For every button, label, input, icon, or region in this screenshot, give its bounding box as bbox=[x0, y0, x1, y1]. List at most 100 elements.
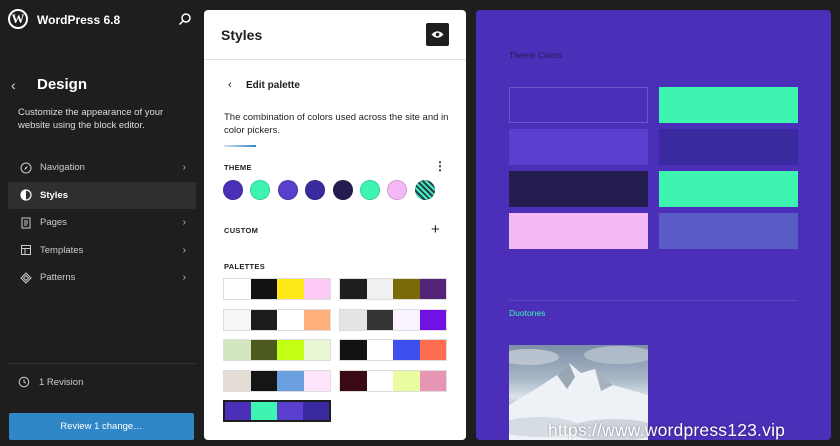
section-title: Design bbox=[37, 76, 88, 93]
sidebar-item-label: Templates bbox=[40, 244, 84, 256]
palette-color bbox=[393, 309, 420, 330]
sidebar-item-styles[interactable]: Styles bbox=[8, 181, 196, 209]
palette-color bbox=[251, 402, 277, 420]
theme-color-block bbox=[509, 213, 648, 249]
watermark: https://www.wordpress123.vip bbox=[548, 420, 786, 440]
theme-color-block bbox=[659, 171, 798, 207]
edit-palette-title: Edit palette bbox=[246, 80, 300, 91]
palette-color bbox=[303, 309, 330, 330]
navigation-icon bbox=[20, 162, 32, 173]
theme-color-block bbox=[509, 87, 648, 123]
sidebar-item-pages[interactable]: Pages › bbox=[8, 209, 196, 236]
chevron-right-icon: › bbox=[182, 244, 186, 256]
theme-colors-label: Theme Colors bbox=[509, 50, 563, 60]
pages-icon bbox=[21, 217, 31, 228]
palette-color bbox=[250, 309, 277, 330]
templates-icon bbox=[21, 245, 31, 255]
palette-color bbox=[225, 402, 251, 420]
theme-color-swatch[interactable] bbox=[250, 180, 271, 200]
section-description: Customize the appearance of your website… bbox=[18, 107, 164, 131]
palette-option[interactable] bbox=[223, 339, 331, 361]
sidebar-item-label: Patterns bbox=[40, 272, 76, 283]
history-icon bbox=[18, 376, 30, 388]
palette-option[interactable] bbox=[223, 400, 331, 422]
palette-color bbox=[277, 279, 304, 299]
palette-color bbox=[393, 340, 420, 360]
palette-option[interactable] bbox=[339, 278, 447, 300]
custom-label: CUSTOM bbox=[224, 226, 259, 235]
palette-color bbox=[393, 370, 420, 391]
palette-color bbox=[224, 279, 251, 299]
revisions-link[interactable]: 1 Revision bbox=[18, 376, 83, 388]
palette-color bbox=[366, 370, 393, 391]
add-color-icon[interactable]: + bbox=[431, 221, 440, 238]
sidebar-divider bbox=[8, 363, 196, 364]
theme-color-block bbox=[659, 213, 798, 249]
theme-color-swatch[interactable] bbox=[387, 180, 408, 200]
palette-color bbox=[224, 309, 251, 330]
palettes-label: PALETTES bbox=[224, 262, 266, 271]
palette-color bbox=[303, 402, 329, 420]
duotones-label: Duotones bbox=[509, 308, 546, 318]
palette-color bbox=[303, 279, 330, 299]
palette-option[interactable] bbox=[223, 369, 331, 392]
app-title: WordPress 6.8 bbox=[37, 13, 121, 27]
theme-color-swatch[interactable] bbox=[277, 180, 298, 200]
palette-option[interactable] bbox=[223, 308, 331, 331]
palette-color bbox=[340, 340, 367, 360]
palette-color bbox=[419, 279, 446, 299]
theme-color-swatch[interactable] bbox=[305, 180, 326, 200]
theme-color-swatch[interactable] bbox=[414, 180, 435, 200]
back-chevron-icon[interactable]: ‹ bbox=[228, 79, 232, 91]
chevron-right-icon: › bbox=[182, 217, 186, 228]
palette-color bbox=[393, 279, 420, 299]
palette-color bbox=[419, 340, 446, 360]
sidebar-item-templates[interactable]: Templates › bbox=[8, 237, 196, 264]
sidebar: W WordPress 6.8 ‹ Design Customize the a… bbox=[0, 0, 204, 446]
wordpress-logo-icon[interactable]: W bbox=[8, 9, 28, 29]
preview-divider bbox=[509, 300, 798, 301]
palette-color bbox=[224, 340, 251, 360]
palette-option[interactable] bbox=[223, 278, 331, 300]
chevron-right-icon: › bbox=[182, 272, 186, 283]
sidebar-item-label: Styles bbox=[40, 189, 68, 201]
palette-option[interactable] bbox=[339, 339, 447, 361]
more-options-icon[interactable]: ⋮ bbox=[434, 160, 446, 172]
palette-color bbox=[303, 340, 330, 360]
theme-color-swatch[interactable] bbox=[332, 180, 353, 200]
sidebar-nav: Navigation › Styles Pages › Templates › … bbox=[8, 154, 196, 292]
style-preview: Theme Colors Duotones bbox=[476, 10, 831, 440]
chevron-right-icon: › bbox=[182, 162, 186, 173]
theme-color-swatch[interactable] bbox=[359, 180, 380, 200]
theme-color-swatch[interactable] bbox=[223, 180, 243, 200]
sidebar-item-navigation[interactable]: Navigation › bbox=[8, 154, 196, 181]
sidebar-item-label: Navigation bbox=[40, 162, 85, 173]
style-book-button[interactable] bbox=[426, 23, 449, 46]
palette-color bbox=[250, 370, 277, 391]
revisions-label: 1 Revision bbox=[39, 376, 84, 388]
palette-color bbox=[340, 309, 367, 330]
theme-color-block bbox=[659, 129, 798, 165]
eye-icon bbox=[431, 31, 444, 38]
patterns-icon bbox=[20, 271, 32, 284]
palette-color bbox=[224, 370, 251, 391]
sidebar-item-patterns[interactable]: Patterns › bbox=[8, 264, 196, 291]
panel-header: Styles bbox=[204, 10, 466, 60]
review-changes-button[interactable]: Review 1 change… bbox=[9, 413, 194, 440]
theme-color-block bbox=[659, 87, 798, 123]
palette-color bbox=[366, 279, 393, 299]
palette-color bbox=[277, 309, 304, 330]
theme-color-block bbox=[509, 171, 648, 207]
panel-title: Styles bbox=[221, 27, 263, 43]
search-icon[interactable] bbox=[178, 12, 192, 26]
palette-option[interactable] bbox=[339, 308, 447, 331]
styles-icon bbox=[20, 189, 32, 201]
palette-color bbox=[303, 370, 330, 391]
palette-option[interactable] bbox=[339, 369, 447, 392]
styles-panel: Styles ‹ Edit palette The combination of… bbox=[204, 10, 466, 440]
back-chevron-icon[interactable]: ‹ bbox=[11, 77, 16, 93]
tab-indicator bbox=[224, 145, 256, 147]
palette-color bbox=[340, 370, 367, 391]
palette-color bbox=[250, 279, 277, 299]
sidebar-item-label: Pages bbox=[40, 217, 67, 228]
